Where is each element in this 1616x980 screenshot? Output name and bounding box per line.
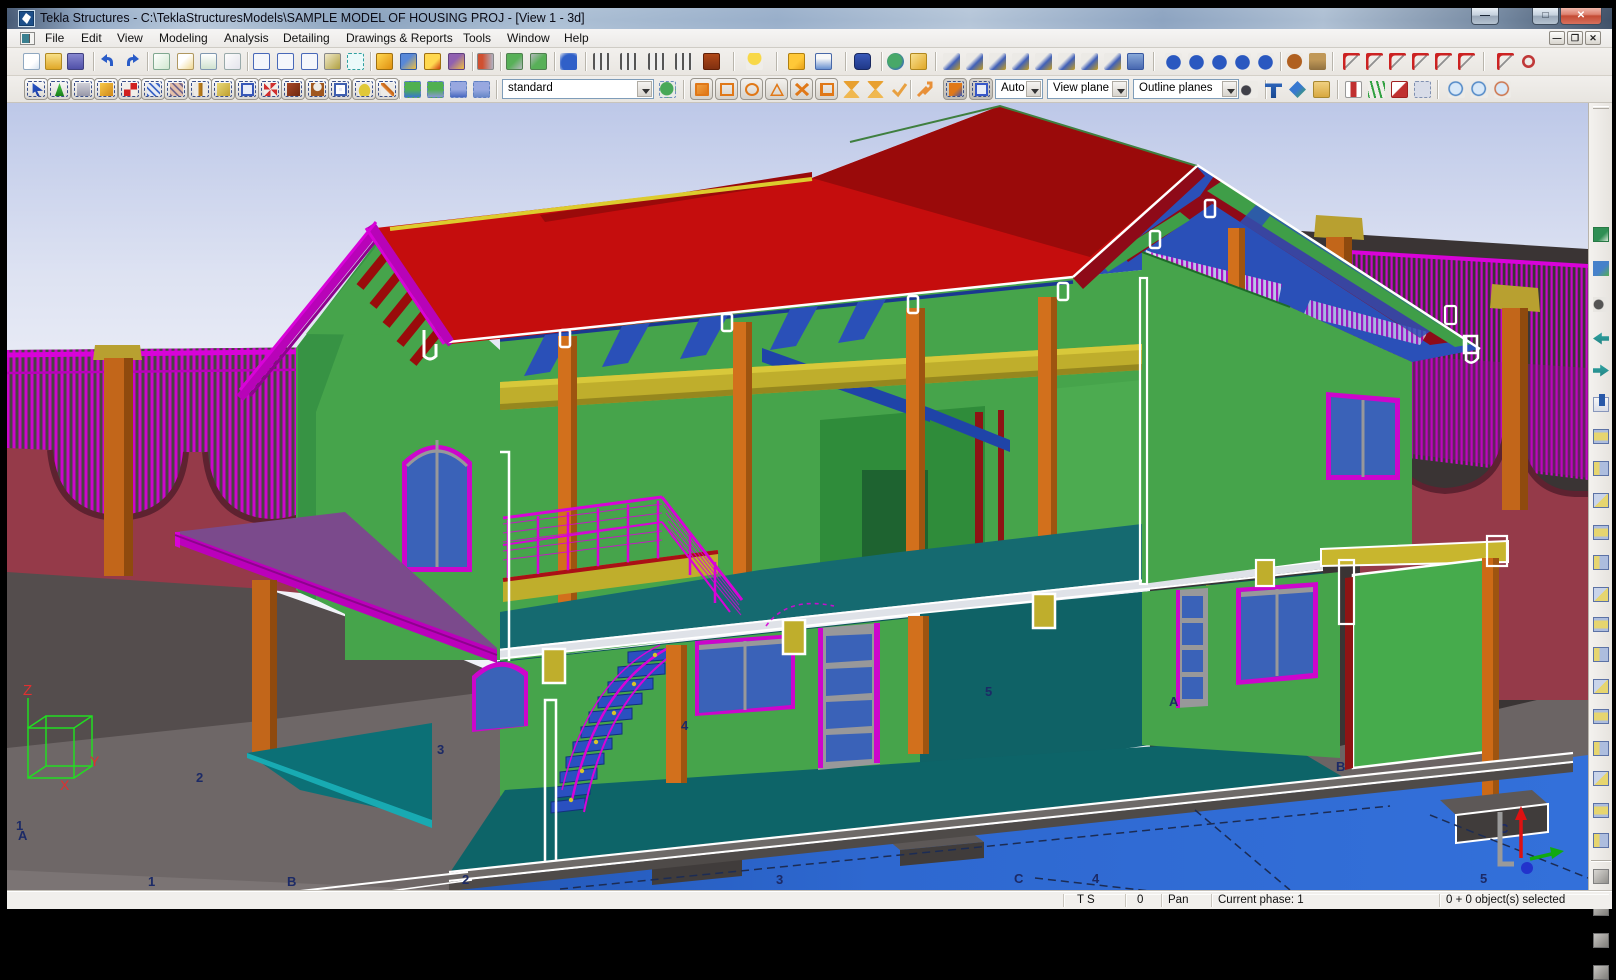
svg-text:2: 2 <box>196 770 203 785</box>
svg-text:A: A <box>1169 694 1179 709</box>
svg-text:4: 4 <box>681 718 689 733</box>
svg-text:5: 5 <box>985 684 992 699</box>
svg-text:B: B <box>287 874 296 889</box>
svg-text:X: X <box>60 777 70 793</box>
svg-text:3: 3 <box>437 742 444 757</box>
svg-text:4: 4 <box>1092 871 1100 886</box>
svg-text:1: 1 <box>16 818 23 833</box>
svg-text:Y: Y <box>90 753 100 769</box>
svg-text:5: 5 <box>1480 871 1487 886</box>
svg-text:2: 2 <box>462 872 469 887</box>
svg-text:B: B <box>1336 759 1345 774</box>
svg-text:Z: Z <box>23 682 32 699</box>
svg-text:C: C <box>1014 871 1024 886</box>
svg-text:1: 1 <box>148 874 155 889</box>
svg-text:3: 3 <box>776 872 783 887</box>
